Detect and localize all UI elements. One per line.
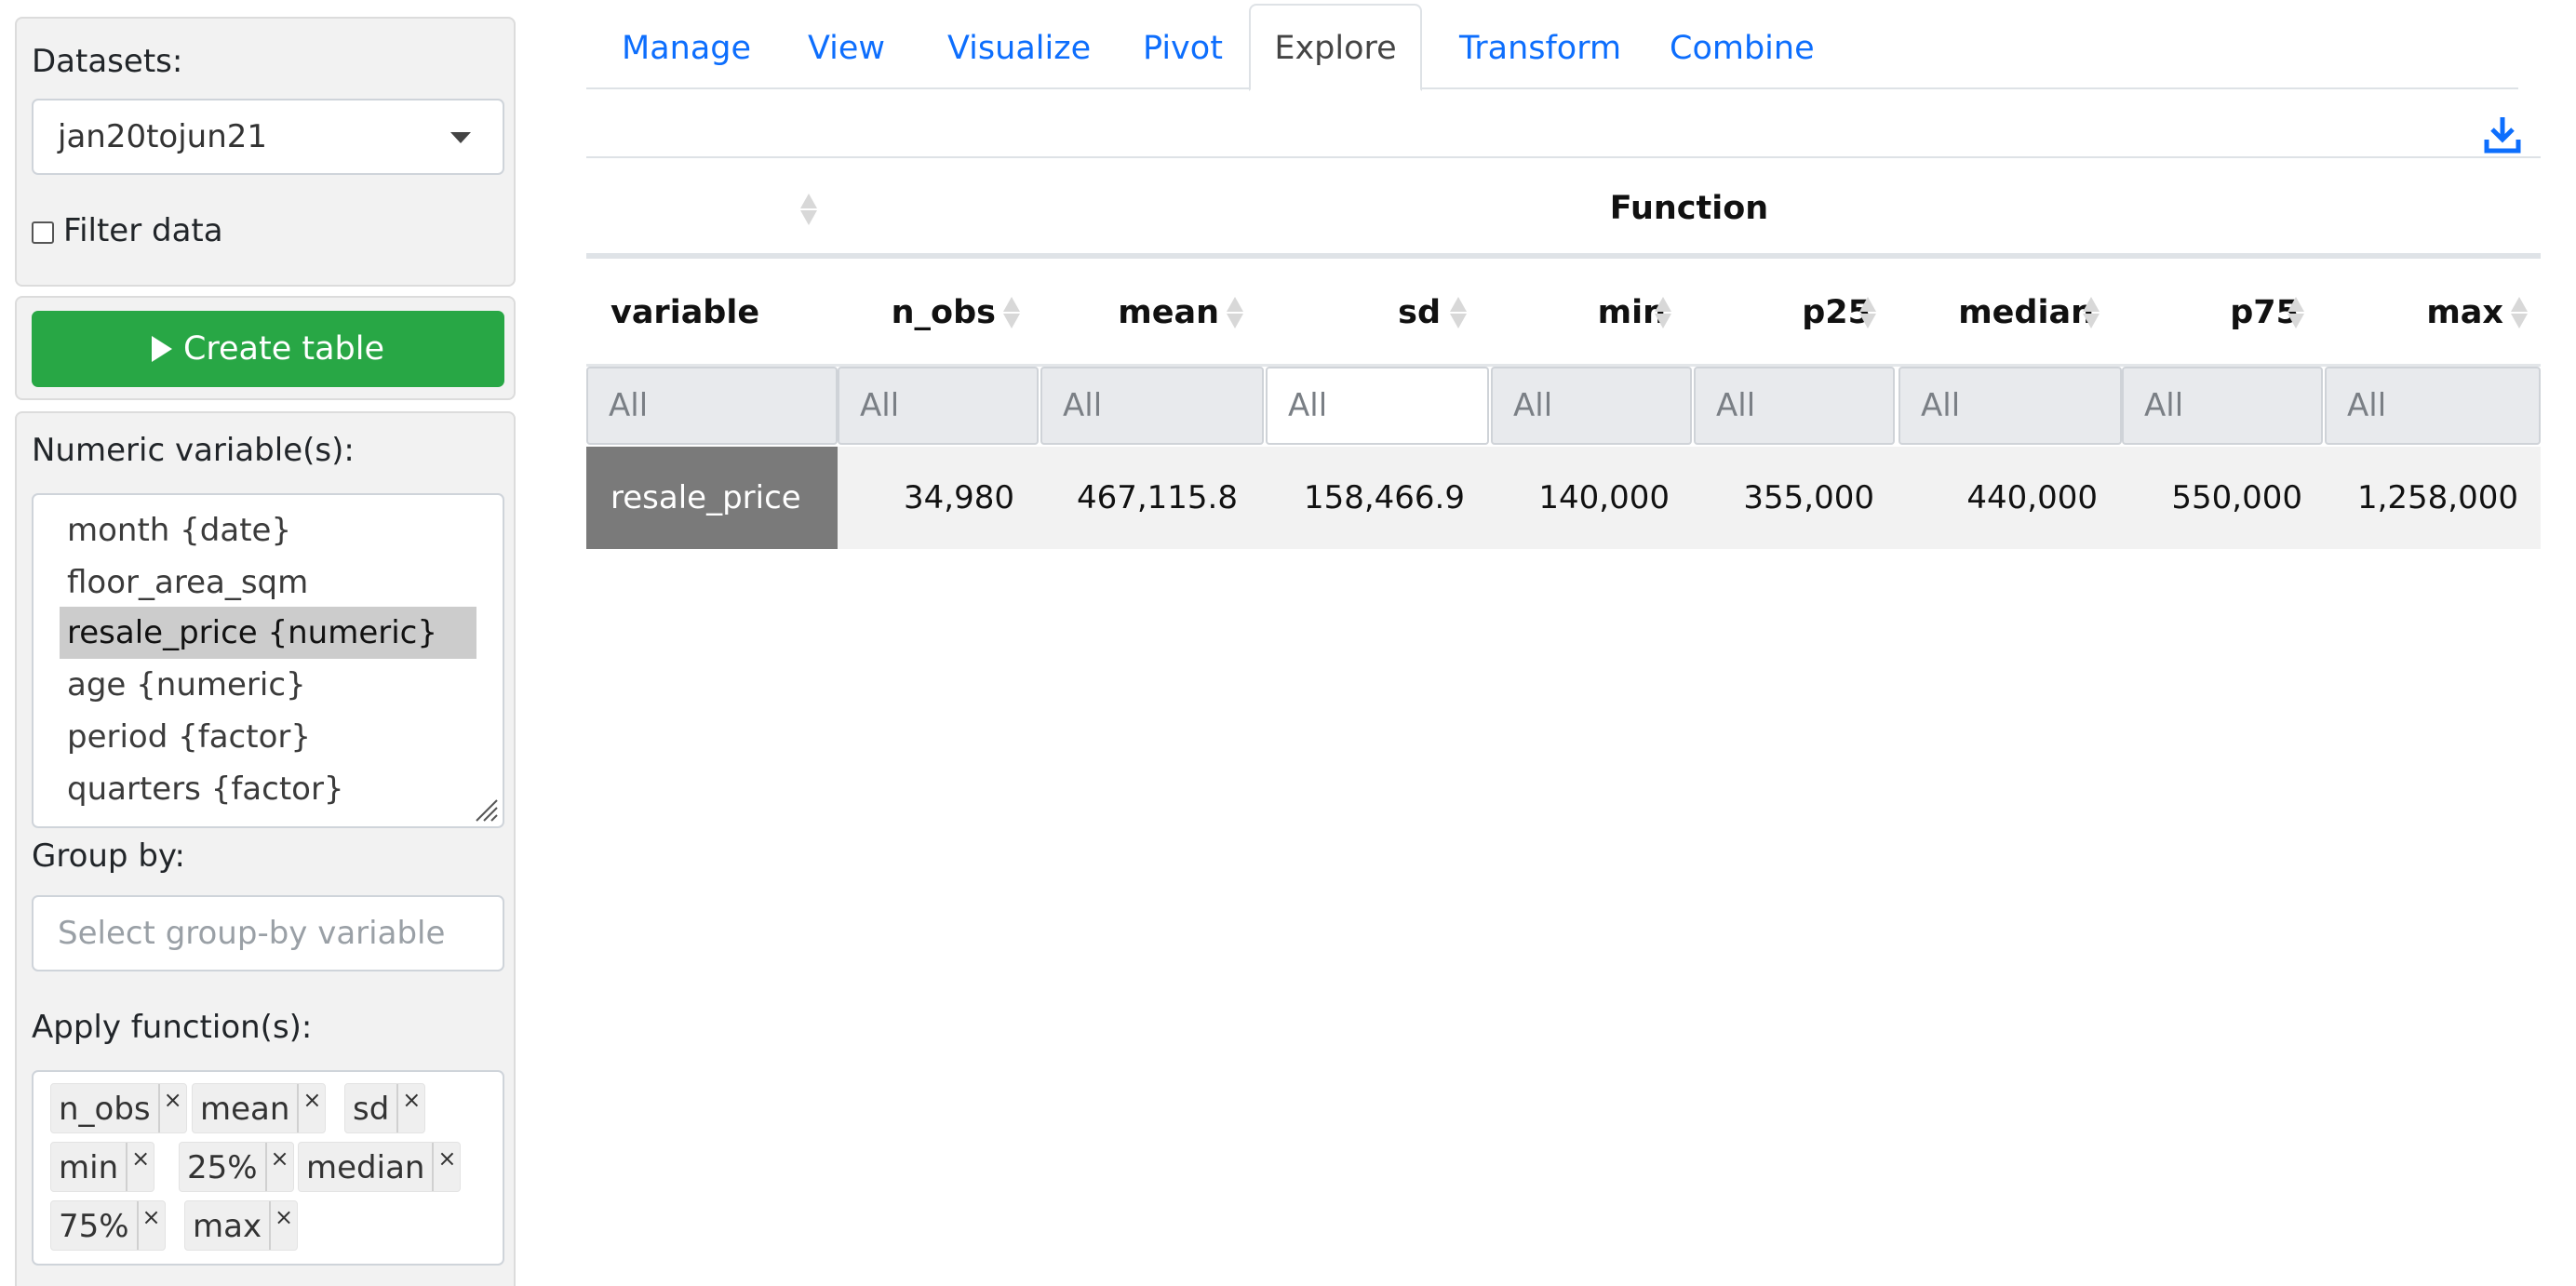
function-tag: 25% × — [179, 1142, 294, 1192]
function-tag: mean × — [192, 1083, 327, 1133]
table-cell-min: 140,000 — [1538, 479, 1670, 516]
close-icon[interactable]: × — [126, 1143, 154, 1191]
create-table-button[interactable]: Create table — [32, 311, 504, 387]
function-group-header: Function — [1609, 190, 1769, 227]
sort-icon[interactable] — [2083, 297, 2100, 328]
function-tag: n_obs × — [50, 1083, 187, 1133]
filter-data-label: Filter data — [63, 212, 223, 249]
column-header-max[interactable]: max — [2327, 259, 2503, 367]
close-icon[interactable]: × — [157, 1084, 186, 1132]
table-cell-max: 1,258,000 — [2356, 479, 2518, 516]
column-header-sd[interactable]: sd — [1266, 259, 1441, 367]
dataset-panel: Datasets: jan20tojun21 Filter data — [15, 17, 516, 287]
numeric-variables-list[interactable]: month {date} floor_area_sqm {numeric} re… — [32, 493, 504, 828]
group-by-input[interactable]: Select group-by variable — [32, 895, 504, 971]
filter-input-median[interactable]: All — [1898, 367, 2122, 445]
close-icon[interactable]: × — [396, 1084, 424, 1132]
column-header-variable[interactable]: variable — [610, 259, 759, 367]
create-table-label: Create table — [182, 330, 385, 368]
sort-icon[interactable] — [1003, 297, 1020, 328]
function-tag: min × — [50, 1142, 155, 1192]
table-cell-n-obs: 34,980 — [904, 479, 1014, 516]
table-cell-median: 440,000 — [1966, 479, 2098, 516]
create-panel: Create table — [15, 296, 516, 400]
filter-input-p25[interactable]: All — [1694, 367, 1895, 445]
sort-icon[interactable] — [1859, 297, 1876, 328]
download-icon[interactable] — [2483, 115, 2522, 154]
main-tabs: Manage View Visualize Pivot Explore Tran… — [586, 0, 2518, 91]
tab-visualize[interactable]: Visualize — [947, 4, 1091, 89]
tab-transform[interactable]: Transform — [1459, 4, 1621, 89]
apply-functions-label: Apply function(s): — [32, 1009, 313, 1046]
dataset-select[interactable]: jan20tojun21 — [32, 99, 504, 175]
list-item[interactable]: age {numeric} — [60, 659, 476, 711]
sort-icon[interactable] — [800, 194, 817, 225]
column-header-p75[interactable]: p75 — [2122, 259, 2299, 367]
sort-icon[interactable] — [1227, 297, 1243, 328]
close-icon[interactable]: × — [136, 1201, 165, 1250]
resize-grip-icon[interactable] — [473, 797, 499, 823]
table-cell-sd: 158,466.9 — [1303, 479, 1465, 516]
function-tag: median × — [298, 1142, 462, 1192]
filter-input-max[interactable]: All — [2325, 367, 2541, 445]
table-column-header: variable n_obs mean sd min p25 median p7… — [586, 259, 2541, 367]
filter-input-mean[interactable]: All — [1040, 367, 1264, 445]
sort-icon[interactable] — [1655, 297, 1671, 328]
sort-icon[interactable] — [2511, 297, 2528, 328]
play-icon — [151, 336, 172, 362]
filter-input-sd[interactable]: All — [1266, 367, 1489, 445]
filter-data-checkbox[interactable] — [32, 221, 54, 244]
table-row[interactable]: resale_price 34,980 467,115.8 158,466.9 … — [586, 447, 2541, 549]
list-item-selected[interactable]: resale_price {numeric} — [60, 607, 476, 659]
column-header-n-obs[interactable]: n_obs — [838, 259, 996, 367]
sidebar: Datasets: jan20tojun21 Filter data Creat… — [0, 0, 530, 1286]
sort-icon[interactable] — [2288, 297, 2304, 328]
numeric-variables-label: Numeric variable(s): — [32, 432, 355, 469]
close-icon[interactable]: × — [297, 1084, 325, 1132]
function-tag: 75% × — [50, 1200, 166, 1251]
function-tag: sd × — [344, 1083, 426, 1133]
filter-input-variable[interactable]: All — [586, 367, 838, 445]
column-header-median[interactable]: median — [1898, 259, 2094, 367]
table-cell-p75: 550,000 — [2171, 479, 2302, 516]
functions-tag-input[interactable]: n_obs × mean × sd × min × 25% × median × 75% × … — [32, 1070, 504, 1266]
close-icon[interactable]: × — [432, 1143, 460, 1191]
list-item[interactable]: period {factor} — [60, 711, 476, 763]
list-item[interactable]: month {date} — [60, 504, 476, 556]
table-filter-row: All All All All All All All All All — [586, 367, 2541, 447]
tab-pivot[interactable]: Pivot — [1143, 4, 1223, 89]
chevron-down-icon — [450, 132, 471, 143]
tab-explore[interactable]: Explore — [1249, 4, 1422, 91]
tab-combine[interactable]: Combine — [1670, 4, 1815, 89]
list-item[interactable]: quarters {factor} — [60, 763, 476, 815]
list-item[interactable]: floor_area_sqm {numeric} — [60, 556, 476, 653]
explore-options-panel: Numeric variable(s): month {date} floor_… — [15, 411, 516, 1286]
tab-manage[interactable]: Manage — [622, 4, 751, 89]
function-tag: max × — [184, 1200, 299, 1251]
close-icon[interactable]: × — [269, 1201, 297, 1250]
group-by-label: Group by: — [32, 837, 186, 875]
sort-icon[interactable] — [1450, 297, 1467, 328]
column-header-p25[interactable]: p25 — [1694, 259, 1871, 367]
filter-input-n-obs[interactable]: All — [838, 367, 1039, 445]
column-header-mean[interactable]: mean — [1042, 259, 1219, 367]
table-cell-variable[interactable]: resale_price — [586, 447, 838, 549]
filter-input-min[interactable]: All — [1491, 367, 1692, 445]
close-icon[interactable]: × — [264, 1143, 293, 1191]
table-cell-p25: 355,000 — [1743, 479, 1874, 516]
dataset-select-value: jan20tojun21 — [58, 118, 268, 155]
filter-input-p75[interactable]: All — [2122, 367, 2323, 445]
table-cell-mean: 467,115.8 — [1076, 479, 1238, 516]
column-header-min[interactable]: min — [1489, 259, 1666, 367]
table-group-header: Function — [586, 158, 2541, 259]
datasets-label: Datasets: — [32, 43, 183, 80]
tab-view[interactable]: View — [808, 4, 885, 89]
